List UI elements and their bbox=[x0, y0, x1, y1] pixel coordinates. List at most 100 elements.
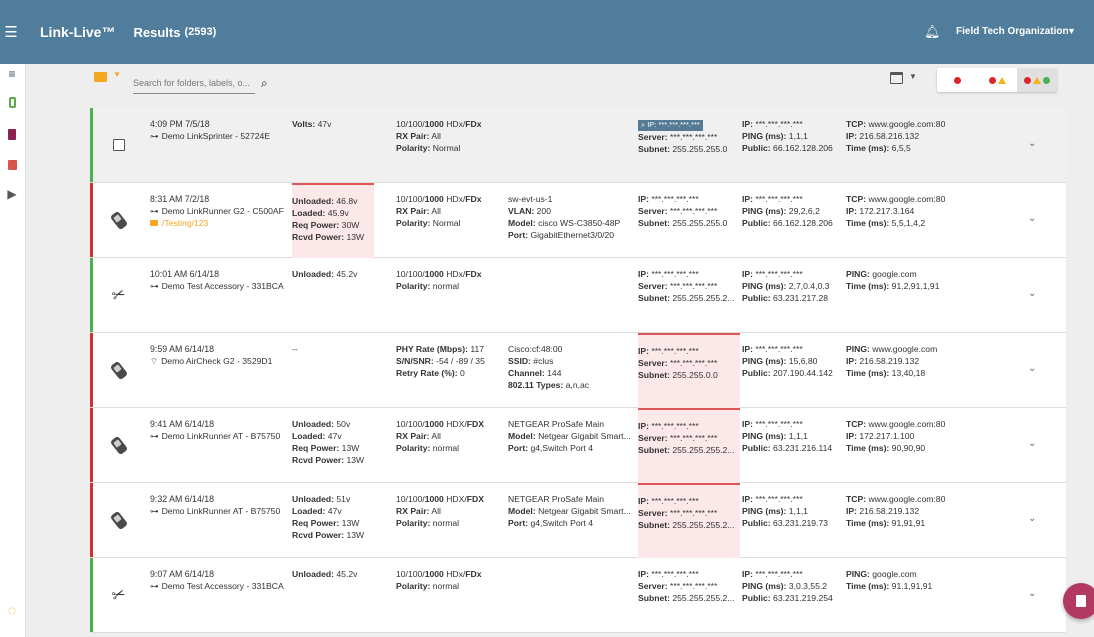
page-title: Results bbox=[133, 24, 181, 40]
filter-fail-warning-button[interactable] bbox=[977, 68, 1017, 92]
expand-chevron-icon[interactable]: ⌄ bbox=[1028, 513, 1036, 524]
result-row[interactable]: ✂ 9:07 AM 6/14/18 ⊶ Demo Test Accessory -… bbox=[90, 558, 1066, 633]
cell-line: Rcvd Power: 13W bbox=[292, 455, 365, 465]
time-device-cell: 9:59 AM 6/14/18 ⌔ Demo AirCheck G2 - 3529… bbox=[150, 343, 290, 367]
dhcp-cell: IP: ***.***.***.*** Server: ***.***.***.*… bbox=[638, 408, 740, 483]
result-row[interactable]: ✂ 10:01 AM 6/14/18 ⊶ Demo Test Accessory … bbox=[90, 258, 1066, 333]
cell-line: Polarity: normal bbox=[396, 518, 460, 528]
cell-line: Polarity: normal bbox=[396, 443, 460, 453]
cell-line: Polarity: normal bbox=[396, 581, 460, 591]
linksprinter-icon[interactable] bbox=[6, 96, 18, 108]
cell-line: Subnet: 255.255.255.2... bbox=[638, 445, 735, 455]
cell-line: Time (ms): 6,5,5 bbox=[846, 143, 911, 153]
cell-line: Time (ms): 90,90,90 bbox=[846, 443, 926, 453]
result-row[interactable]: 9:41 AM 6/14/18 ⊶ Demo LinkRunner AT - B7… bbox=[90, 408, 1066, 483]
device-name[interactable]: ⊶ Demo LinkRunner AT - B75750 bbox=[150, 430, 290, 442]
switch-cell: NETGEAR ProSafe Main Model: Netgear Gigab… bbox=[508, 418, 636, 454]
cell-line: PING (ms): 1,1,1 bbox=[742, 506, 808, 516]
loading-spinner-icon: ◌ bbox=[7, 602, 17, 618]
search-input[interactable] bbox=[133, 78, 255, 88]
result-row[interactable]: 4:09 PM 7/5/18 ⊶ Demo LinkSprinter - 5272… bbox=[90, 108, 1066, 183]
cell-line: TCP: www.google.com:80 bbox=[846, 194, 946, 204]
filter-all-button[interactable] bbox=[1017, 68, 1057, 92]
device-name[interactable]: ⊶ Demo Test Accessory - 331BCA bbox=[150, 280, 290, 292]
folder-link[interactable]: /Testing/123 bbox=[150, 217, 290, 229]
cell-line: TCP: www.google.com:80 bbox=[846, 419, 946, 429]
cell-line: Retry Rate (%): 0 bbox=[396, 368, 465, 378]
time-device-cell: 9:07 AM 6/14/18 ⊶ Demo Test Accessory - 3… bbox=[150, 568, 290, 592]
folder-dropdown-chevron-icon[interactable]: ▼ bbox=[113, 70, 121, 79]
cell-line: Server: ***.***.***.*** bbox=[638, 358, 718, 368]
cell-line: Server: ***.***.***.*** bbox=[638, 581, 718, 591]
time-device-cell: 4:09 PM 7/5/18 ⊶ Demo LinkSprinter - 5272… bbox=[150, 118, 290, 142]
expand-chevron-icon[interactable]: ⌄ bbox=[1028, 588, 1036, 599]
link-cell: 10/100/1000 HDx/FDx Polarity: normal bbox=[396, 268, 506, 292]
device-name[interactable]: ⌔ Demo AirCheck G2 - 3529D1 bbox=[150, 355, 290, 367]
report-icon[interactable] bbox=[6, 159, 18, 171]
time-device-cell: 9:41 AM 6/14/18 ⊶ Demo LinkRunner AT - B7… bbox=[150, 418, 290, 442]
cell-line: Server: ***.***.***.*** bbox=[638, 433, 718, 443]
row-select-checkbox[interactable] bbox=[113, 139, 125, 151]
dns-cell: IP: ***.***.***.*** PING (ms): 3,0.3,55.2… bbox=[742, 568, 842, 604]
device-name[interactable]: ⊶ Demo LinkRunner AT - B75750 bbox=[150, 505, 290, 517]
expand-chevron-icon[interactable]: ⌄ bbox=[1028, 438, 1036, 449]
hamburger-menu-icon[interactable]: ☰ bbox=[0, 0, 22, 64]
cell-line: IP: ***.***.***.*** bbox=[742, 344, 803, 354]
dns-cell: IP: ***.***.***.*** PING (ms): 2,7,0.4,0.… bbox=[742, 268, 842, 304]
cell-line: Volts: 47v bbox=[292, 119, 332, 129]
bell-icon[interactable]: 🔔︎ bbox=[924, 24, 941, 40]
ethernet-icon: ⊶ bbox=[150, 281, 159, 291]
expand-chevron-icon[interactable]: ⌄ bbox=[1028, 363, 1036, 374]
device-icon-cell bbox=[108, 434, 130, 456]
cell-line: Public: 63.231.219.254 bbox=[742, 593, 833, 603]
timestamp: 8:31 AM 7/2/18 bbox=[150, 194, 210, 204]
main-content: ▼ ⌕ ▼ 4:09 PM 7/5/18 ⊶Demo LinkSprinter … bbox=[80, 64, 1066, 637]
cell-line: Req Power: 30W bbox=[292, 220, 360, 230]
link-cell: 10/100/1000 HDx/FDx RX Pair: All Polarity:… bbox=[396, 193, 506, 229]
calendar-dropdown-chevron-icon[interactable]: ▼ bbox=[909, 72, 917, 81]
result-row[interactable]: 9:32 AM 6/14/18 ⊶ Demo LinkRunner AT - B7… bbox=[90, 483, 1066, 558]
cell-line: Server: ***.***.***.*** bbox=[638, 206, 718, 216]
cell-line: IP: ***.***.***.*** bbox=[638, 421, 699, 431]
calendar-icon[interactable] bbox=[890, 72, 903, 84]
dhcp-cell: ⌕ IP: ***.***.***.*** Server: ***.***.***.… bbox=[638, 108, 740, 183]
cell-line: PING (ms): 3,0.3,55.2 bbox=[742, 581, 828, 591]
ip-chip[interactable]: ⌕ IP: ***.***.***.*** bbox=[638, 119, 703, 131]
cell-line: 802.11 Types: a,n,ac bbox=[508, 380, 590, 390]
device-name[interactable]: ⊶ Demo LinkRunner G2 - C500AF bbox=[150, 205, 290, 217]
filter-fail-button[interactable] bbox=[937, 68, 977, 92]
list-view-icon[interactable]: ≡ bbox=[6, 67, 18, 81]
cell-line: Port: g4,Switch Port 4 bbox=[508, 518, 594, 528]
play-icon[interactable]: ▶ bbox=[6, 187, 18, 201]
warning-icon bbox=[1033, 76, 1041, 84]
document-icon[interactable] bbox=[6, 128, 18, 140]
cell-line: 10/100/1000 HDx/FDx bbox=[396, 269, 482, 279]
cell-line: Server: ***.***.***.*** bbox=[638, 281, 718, 291]
cell-line: IP: ***.***.***.*** bbox=[638, 496, 699, 506]
status-strip bbox=[90, 108, 93, 182]
dns-cell: IP: ***.***.***.*** PING (ms): 1,1,1 Publi… bbox=[742, 418, 842, 454]
cell-line: Time (ms): 91.2,91.1,91 bbox=[846, 281, 940, 291]
cell-line: NETGEAR ProSafe Main bbox=[508, 419, 604, 429]
new-report-button[interactable] bbox=[1063, 583, 1094, 619]
chevron-down-icon[interactable]: ▼ bbox=[1067, 26, 1076, 36]
expand-chevron-icon[interactable]: ⌄ bbox=[1028, 213, 1036, 224]
cell-line: Model: Netgear Gigabit Smart... bbox=[508, 431, 631, 441]
cell-line: IP: ***.***.***.*** bbox=[638, 569, 699, 579]
expand-chevron-icon[interactable]: ⌄ bbox=[1028, 288, 1036, 299]
brand-title[interactable]: Link-Live™ bbox=[40, 24, 115, 40]
device-name[interactable]: ⊶ Demo LinkSprinter - 52724E bbox=[150, 130, 290, 142]
result-row[interactable]: 9:59 AM 6/14/18 ⌔ Demo AirCheck G2 - 3529… bbox=[90, 333, 1066, 408]
cell-line: Unloaded: 45.2v bbox=[292, 569, 358, 579]
search-icon[interactable]: ⌕ bbox=[261, 76, 268, 91]
device-name[interactable]: ⊶ Demo Test Accessory - 331BCA bbox=[150, 580, 290, 592]
status-strip bbox=[90, 183, 93, 257]
cell-line: 10/100/1000 HDX/FDX bbox=[396, 419, 484, 429]
result-row[interactable]: 8:31 AM 7/2/18 ⊶ Demo LinkRunner G2 - C50… bbox=[90, 183, 1066, 258]
expand-chevron-icon[interactable]: ⌄ bbox=[1028, 138, 1036, 149]
device-icon-cell[interactable] bbox=[108, 134, 130, 156]
timestamp: 9:59 AM 6/14/18 bbox=[150, 344, 215, 354]
organization-selector[interactable]: Field Tech Organization bbox=[956, 26, 1069, 37]
cell-line: IP: 172.217.3.164 bbox=[846, 206, 915, 216]
folder-icon[interactable] bbox=[94, 72, 107, 82]
